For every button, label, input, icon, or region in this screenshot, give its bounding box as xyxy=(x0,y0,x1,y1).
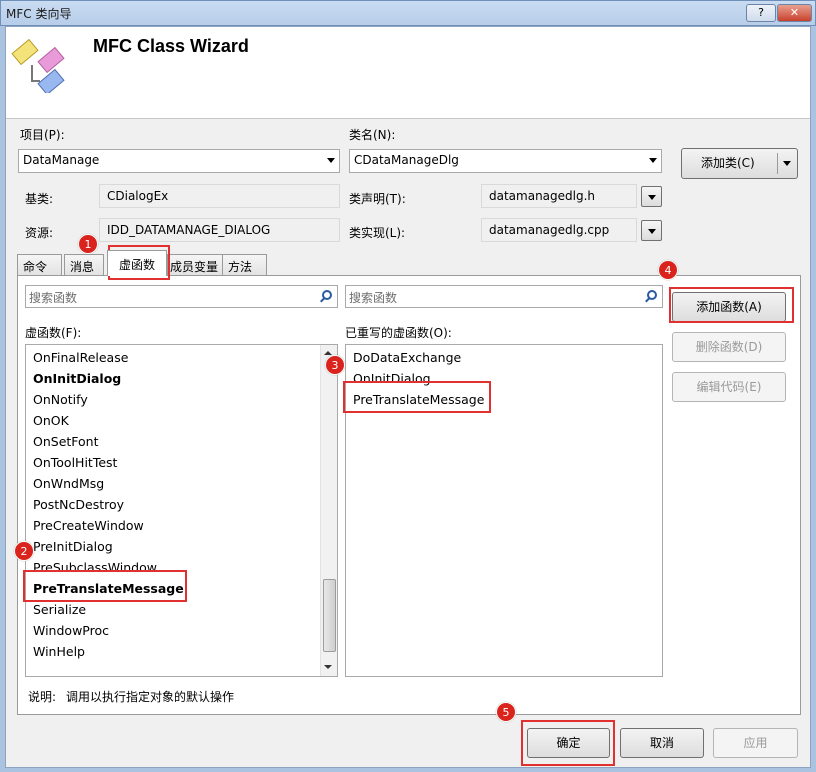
project-combo[interactable]: DataManage xyxy=(18,149,340,173)
apply-button[interactable]: 应用 xyxy=(713,728,798,758)
cancel-button[interactable]: 取消 xyxy=(620,728,704,758)
search-icon[interactable] xyxy=(647,290,657,300)
annotation-box-add-function xyxy=(669,287,794,323)
scroll-up-icon[interactable] xyxy=(324,351,332,355)
overridden-label: 已重写的虚函数(O): xyxy=(345,326,452,340)
desc-text: 调用以执行指定对象的默认操作 xyxy=(66,690,235,704)
project-value: DataManage xyxy=(23,153,100,167)
base-label: 基类: xyxy=(25,192,54,206)
chevron-down-icon xyxy=(649,158,657,163)
list-item[interactable]: PreCreateWindow xyxy=(33,518,144,533)
help-button[interactable]: ? xyxy=(746,4,776,22)
resource-value: IDD_DATAMANAGE_DIALOG xyxy=(99,218,340,242)
annotation-box-ok xyxy=(521,720,615,766)
impl-value: datamanagedlg.cpp xyxy=(481,218,637,242)
base-value: CDialogEx xyxy=(99,184,340,208)
chevron-down-icon[interactable] xyxy=(783,161,791,166)
annotation-box-overridden xyxy=(343,381,491,413)
add-class-label: 添加类(C) xyxy=(701,156,755,170)
scroll-down-icon[interactable] xyxy=(324,665,332,669)
banner: MFC Class Wizard xyxy=(6,27,810,119)
title-bar xyxy=(0,0,816,26)
search-icon[interactable] xyxy=(322,290,332,300)
list-item[interactable]: Serialize xyxy=(33,602,86,617)
list-item[interactable]: PostNcDestroy xyxy=(33,497,124,512)
class-wizard-logo-icon xyxy=(11,38,65,93)
tab-member-variables[interactable]: 成员变量 xyxy=(167,254,223,275)
step-badge-1: 1 xyxy=(78,234,98,254)
classname-label: 类名(N): xyxy=(349,128,396,142)
banner-title: MFC Class Wizard xyxy=(93,36,249,56)
search-placeholder-left: 搜索函数 xyxy=(29,291,78,305)
classname-combo[interactable]: CDataManageDlg xyxy=(349,149,662,173)
list-item[interactable]: OnToolHitTest xyxy=(33,455,117,470)
list-item[interactable]: WinHelp xyxy=(33,644,85,659)
vfuncs-label: 虚函数(F): xyxy=(25,326,82,340)
close-button[interactable]: ✕ xyxy=(777,4,812,22)
split-divider xyxy=(777,153,778,174)
resource-label: 资源: xyxy=(25,226,54,240)
list-item[interactable]: OnSetFont xyxy=(33,434,99,449)
list-item[interactable]: OnOK xyxy=(33,413,69,428)
list-item[interactable]: DoDataExchange xyxy=(353,350,461,365)
list-item[interactable]: OnFinalRelease xyxy=(33,350,128,365)
list-item[interactable]: OnNotify xyxy=(33,392,88,407)
decl-label: 类声明(T): xyxy=(349,192,406,206)
decl-value: datamanagedlg.h xyxy=(481,184,637,208)
search-input-right[interactable]: 搜索函数 xyxy=(345,285,663,308)
step-badge-5: 5 xyxy=(496,702,516,722)
decl-dropdown[interactable] xyxy=(641,186,662,207)
tab-virtual-functions[interactable]: 虚函数 xyxy=(107,250,167,276)
search-placeholder-right: 搜索函数 xyxy=(349,291,398,305)
edit-code-button[interactable]: 编辑代码(E) xyxy=(672,372,786,402)
chevron-down-icon xyxy=(327,158,335,163)
list-item[interactable]: WindowProc xyxy=(33,623,109,638)
chevron-down-icon xyxy=(648,229,656,234)
add-class-button[interactable]: 添加类(C) xyxy=(681,148,798,179)
chevron-down-icon xyxy=(648,195,656,200)
step-badge-3: 3 xyxy=(325,355,345,375)
search-input-left[interactable]: 搜索函数 xyxy=(25,285,338,308)
delete-function-button[interactable]: 删除函数(D) xyxy=(672,332,786,362)
desc-label: 说明: xyxy=(28,690,57,704)
scroll-thumb[interactable] xyxy=(323,579,336,652)
classname-value: CDataManageDlg xyxy=(354,153,459,167)
tab-methods[interactable]: 方法 xyxy=(222,254,267,275)
project-label: 项目(P): xyxy=(20,128,65,142)
vfuncs-listbox[interactable]: OnFinalRelease OnInitDialog OnNotify OnO… xyxy=(25,344,338,677)
window-title: MFC 类向导 xyxy=(6,7,72,21)
list-item[interactable]: PreInitDialog xyxy=(33,539,113,554)
step-badge-2: 2 xyxy=(14,541,34,561)
tab-messages[interactable]: 消息 xyxy=(64,254,104,275)
annotation-box-vfunc xyxy=(23,570,187,602)
step-badge-4: 4 xyxy=(658,260,678,280)
vfuncs-scrollbar[interactable] xyxy=(320,345,337,676)
tab-commands[interactable]: 命令 xyxy=(17,254,62,275)
list-item[interactable]: OnWndMsg xyxy=(33,476,104,491)
list-item[interactable]: OnInitDialog xyxy=(33,371,121,386)
impl-label: 类实现(L): xyxy=(349,226,406,240)
impl-dropdown[interactable] xyxy=(641,220,662,241)
